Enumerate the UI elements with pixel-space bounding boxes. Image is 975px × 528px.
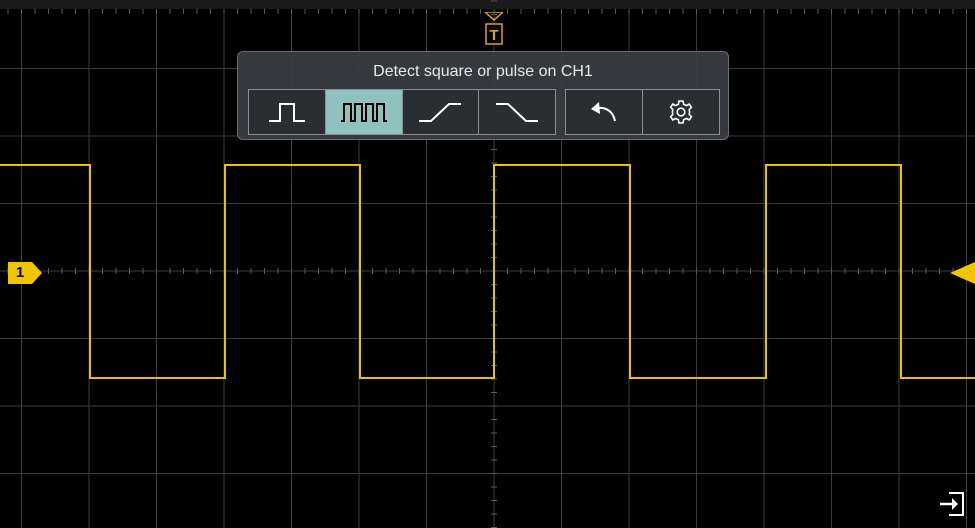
undo-icon [591, 102, 616, 122]
popup-title: Detect square or pulse on CH1 [373, 63, 593, 80]
exit-icon[interactable] [937, 488, 969, 520]
settings-button[interactable] [643, 90, 719, 134]
single-pulse-button[interactable] [249, 90, 326, 134]
falling-edge-icon [496, 103, 539, 122]
ch1-label: 1 [15, 264, 25, 281]
undo-button[interactable] [566, 90, 643, 134]
trigger-label: T [489, 27, 498, 44]
falling-edge-button[interactable] [479, 90, 555, 134]
pulse-type-group [248, 89, 556, 135]
single-pulse-icon [268, 103, 305, 122]
trigger-position-icon[interactable]: T [483, 12, 505, 52]
trigger-mode-popup: Detect square or pulse on CH1 [237, 51, 729, 140]
oscilloscope-screen: T Detect square or pulse on CH1 1 [0, 0, 975, 528]
action-group [565, 89, 720, 135]
pulse-train-icon [340, 103, 387, 122]
gear-icon [669, 100, 693, 124]
rising-edge-button[interactable] [402, 90, 480, 134]
trigger-level-marker[interactable] [950, 262, 975, 284]
pulse-train-button[interactable] [325, 90, 403, 134]
rising-edge-icon [419, 103, 462, 122]
